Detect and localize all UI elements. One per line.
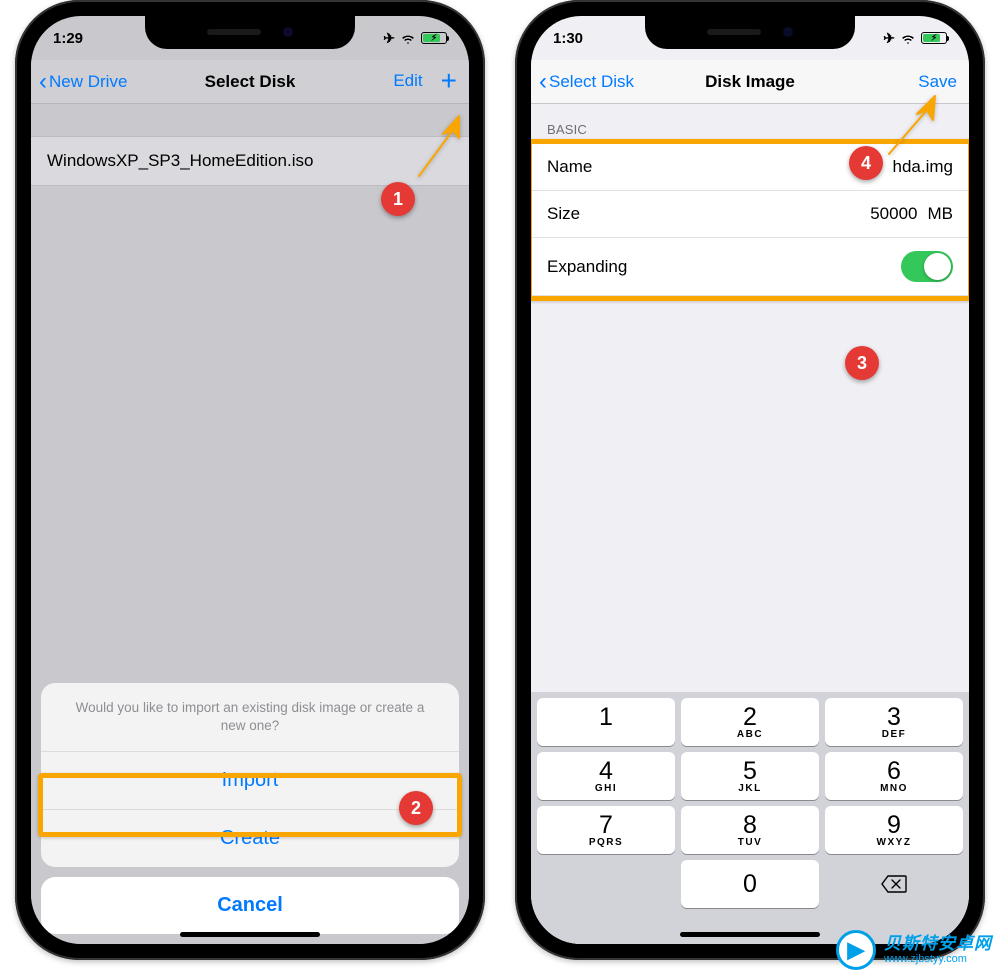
back-button[interactable]: ‹ New Drive [39,70,127,94]
keypad-key-2[interactable]: 2ABC [681,698,819,746]
phone-left: 1:29 ✈︎ ⚡︎ ‹ New Drive Select Disk Edit … [15,0,485,960]
save-button[interactable]: Save [918,72,957,92]
chevron-left-icon: ‹ [539,70,547,94]
keypad-key-5[interactable]: 5JKL [681,752,819,800]
keypad-key-4[interactable]: 4GHI [537,752,675,800]
expanding-switch[interactable] [901,251,953,282]
keypad-key-1[interactable]: 1 [537,698,675,746]
keypad-delete-button[interactable] [825,860,963,908]
step-badge-2: 2 [399,791,433,825]
step-badge-3: 3 [845,346,879,380]
keypad-key-9[interactable]: 9WXYZ [825,806,963,854]
sheet-create-label: Create [220,827,280,849]
watermark-logo-icon: ▶ [836,930,876,970]
disk-file-row[interactable]: WindowsXP_SP3_HomeEdition.iso [31,136,469,186]
sheet-cancel-button[interactable]: Cancel [41,877,459,934]
keypad-key-3[interactable]: 3DEF [825,698,963,746]
phone-right: 1:30 ✈︎ ⚡︎ ‹ Select Disk Disk Image Save [515,0,985,960]
nav-title: Select Disk [205,72,296,92]
action-sheet: Would you like to import an existing dis… [41,683,459,867]
back-label: New Drive [49,72,127,92]
arrow-4 [877,94,947,169]
size-row[interactable]: Size 50000 MB [531,191,969,238]
nav-bar: ‹ New Drive Select Disk Edit + [31,60,469,104]
sheet-create-button[interactable]: Create [41,810,459,867]
home-indicator[interactable] [180,932,320,937]
wifi-icon [900,32,916,44]
delete-icon [881,875,907,893]
watermark: ▶ 贝斯特安卓网 www.zjbstyy.com [836,930,992,970]
expanding-label: Expanding [547,257,627,277]
home-indicator[interactable] [680,932,820,937]
back-button[interactable]: ‹ Select Disk [539,70,634,94]
status-time: 1:30 [553,30,583,47]
battery-icon: ⚡︎ [421,32,447,44]
battery-icon: ⚡︎ [921,32,947,44]
wifi-icon [400,32,416,44]
sheet-import-button[interactable]: Import [41,752,459,810]
add-button[interactable]: + [441,70,457,92]
keypad-key-7[interactable]: 7PQRS [537,806,675,854]
numeric-keypad: 1 2ABC3DEF 4GHI5JKL6MNO 7PQRS8TUV9WXYZ 0 [531,692,969,944]
size-label: Size [547,204,580,224]
keypad-key-6[interactable]: 6MNO [825,752,963,800]
notch [145,15,355,49]
size-unit: MB [928,204,954,224]
arrow-1 [409,114,469,189]
back-label: Select Disk [549,72,634,92]
notch [645,15,855,49]
edit-button[interactable]: Edit [393,71,422,91]
airplane-mode-icon: ✈︎ [383,30,395,47]
chevron-left-icon: ‹ [39,70,47,94]
sheet-message: Would you like to import an existing dis… [41,683,459,752]
status-time: 1:29 [53,30,83,47]
keypad-key-0[interactable]: 0 [681,860,819,908]
expanding-row: Expanding [531,238,969,296]
keypad-spacer [537,860,675,908]
watermark-url: www.zjbstyy.com [884,953,992,966]
size-value: 50000 [870,204,917,224]
keypad-key-8[interactable]: 8TUV [681,806,819,854]
watermark-title: 贝斯特安卓网 [884,934,992,954]
nav-title: Disk Image [705,72,795,92]
airplane-mode-icon: ✈︎ [883,30,895,47]
name-label: Name [547,157,592,177]
